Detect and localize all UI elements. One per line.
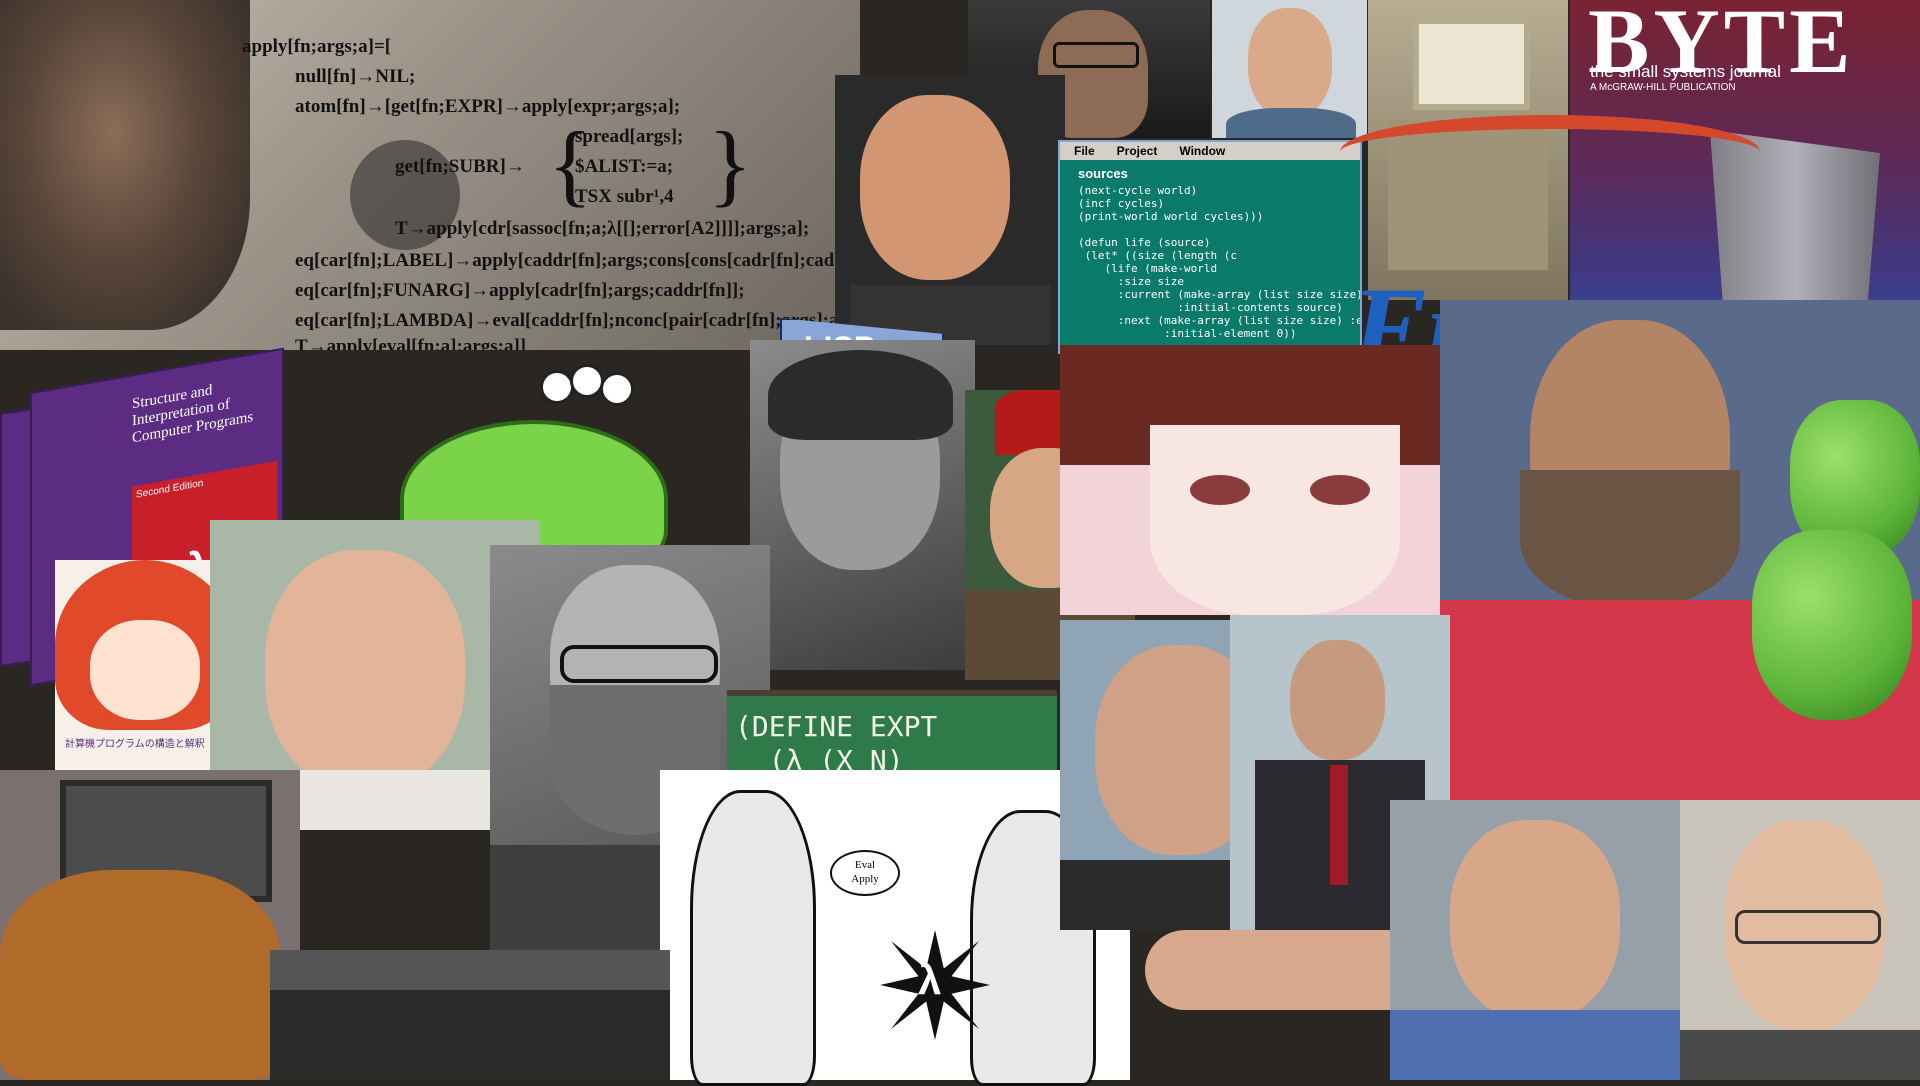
byte-tagline: the small systems journal [1590, 62, 1781, 81]
bearded-man-portrait [0, 0, 250, 330]
code-line: apply[fn;args;a]=[ [242, 36, 392, 57]
man-reclining-in-chair-photo [0, 770, 300, 1080]
menu-item-file[interactable]: File [1074, 142, 1095, 160]
code-line: T→apply[cdr[sassoc[fn;a;λ[[];error[A2]]]… [395, 218, 810, 239]
code-line: eq[car[fn];FUNARG]→apply[cadr[fn];args;c… [295, 280, 745, 301]
apply-label: Apply [851, 873, 879, 885]
anime-eye [1310, 475, 1370, 505]
code-line: eq[car[fn];LAMBDA]→eval[caddr[fn];nconc[… [295, 310, 858, 331]
lisp-listing-photo: apply[fn;args;a]=[ null[fn]→NIL; atom[fn… [0, 0, 860, 350]
lambda-icon: λ [918, 956, 942, 1003]
pointing-hand-icon [1145, 930, 1405, 1010]
pane-title: sources [1078, 166, 1128, 181]
glasses-icon [1053, 42, 1139, 68]
byte-publisher: A McGRAW-HILL PUBLICATION [1590, 82, 1736, 93]
menu-item-project[interactable]: Project [1117, 142, 1158, 160]
code-line: get[fn;SUBR]→ [395, 156, 525, 177]
man-with-glasses-photo [1680, 800, 1920, 1080]
smiling-man-blue-shirt-photo [1390, 800, 1680, 1080]
brace-icon: } [708, 113, 753, 215]
glasses-icon [560, 645, 718, 683]
code-line: atom[fn]→[get[fn;EXPR]→apply[expr;args;a… [295, 96, 681, 117]
code-line: null[fn]→NIL; [295, 66, 416, 87]
anime-girl-illustration [1060, 345, 1480, 615]
red-tie-icon [1330, 765, 1348, 885]
sicp-edition: Second Edition [136, 477, 204, 501]
sicp-title: Structure and Interpretation of Computer… [132, 382, 254, 447]
brace-icon: { [548, 113, 593, 215]
code-line: eq[car[fn];LABEL]→apply[caddr[fn];args;c… [295, 250, 860, 271]
editor-code: (next-cycle world) (incf cycles) (print-… [1078, 184, 1362, 340]
anime-eye [1190, 475, 1250, 505]
lambda-sun-icon: λ [880, 930, 990, 1040]
japanese-book: 計算機プログラムの構造と解釈 [65, 739, 205, 750]
wizard-figure [690, 790, 816, 1086]
menu-bar: File Project Window [1060, 142, 1360, 160]
alien-eyes [540, 364, 634, 410]
hands-on-keyboard-photo [270, 950, 670, 1080]
glasses-icon [1735, 910, 1881, 944]
eval-apply-bowl: Eval Apply [830, 850, 900, 896]
eval-label: Eval [854, 859, 876, 871]
menu-item-window[interactable]: Window [1179, 142, 1225, 160]
speaker-photo [835, 75, 1065, 345]
emacs-gnu-horns-icon [1340, 115, 1760, 189]
red-haired-anime-girl: 計算機プログラムの構造と解釈 [55, 560, 235, 770]
curly-haired-man-photo [750, 340, 975, 670]
lisp-editor-window: File Project Window sources (next-cycle … [1058, 140, 1362, 354]
green-pepper-icon [1752, 530, 1912, 720]
